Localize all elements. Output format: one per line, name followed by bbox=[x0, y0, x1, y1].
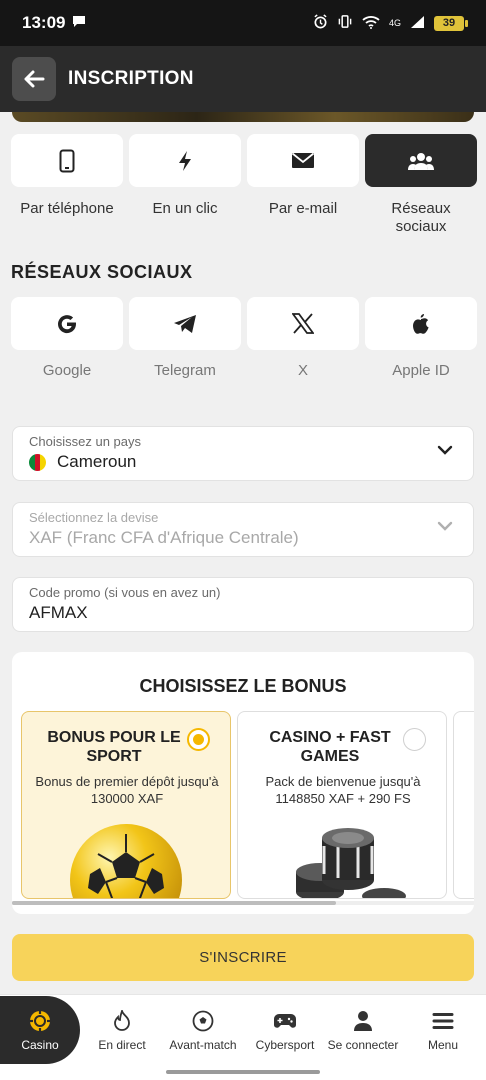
social-label: Telegram bbox=[154, 362, 216, 379]
scrollbar-thumb[interactable] bbox=[12, 901, 336, 905]
x-login-button[interactable]: X bbox=[247, 297, 359, 379]
nav-item-live[interactable]: En direct bbox=[86, 995, 158, 1065]
page-title: INSCRIPTION bbox=[68, 68, 194, 89]
casino-chip-icon bbox=[29, 1009, 51, 1033]
tab-label: Par téléphone bbox=[20, 200, 114, 217]
status-time: 13:09 bbox=[22, 13, 66, 32]
promo-code-input[interactable]: Code promo (si vous en avez un) AFMAX bbox=[12, 577, 474, 632]
soccer-ball-image bbox=[70, 824, 182, 898]
x-icon bbox=[292, 313, 314, 334]
radio-button[interactable] bbox=[403, 728, 426, 751]
telegram-login-button[interactable]: Telegram bbox=[129, 297, 241, 379]
nav-item-cybersport[interactable]: Cybersport bbox=[248, 995, 322, 1065]
country-select[interactable]: Choisissez un pays Cameroun bbox=[12, 426, 474, 481]
nav-label: Cybersport bbox=[255, 1037, 315, 1052]
currency-select[interactable]: Sélectionnez la devise XAF (Franc CFA d'… bbox=[12, 502, 474, 557]
bonus-option-description: Pack de bienvenue jusqu'à 1148850 XAF + … bbox=[265, 774, 421, 806]
tab-one-click[interactable]: En un clic bbox=[129, 134, 241, 236]
soccer-ball-icon bbox=[192, 1009, 214, 1033]
signal-icon bbox=[410, 15, 425, 32]
tab-social-networks[interactable]: Réseaux sociaux bbox=[365, 134, 477, 236]
radio-button[interactable] bbox=[187, 728, 210, 751]
gamepad-icon bbox=[273, 1009, 297, 1033]
bonus-selection-card: CHOISISSEZ LE BONUS BONUS POUR LE SPORT … bbox=[12, 652, 474, 914]
currency-value: XAF (Franc CFA d'Afrique Centrale) bbox=[29, 528, 299, 547]
apple-icon bbox=[413, 313, 429, 334]
promo-code-value: AFMAX bbox=[29, 603, 88, 622]
bonus-option-title: BONUS POUR LE SPORT bbox=[47, 729, 181, 765]
chevron-down-icon bbox=[437, 521, 453, 531]
arrow-left-icon bbox=[24, 70, 45, 88]
tab-phone[interactable]: Par téléphone bbox=[11, 134, 123, 236]
chevron-down-icon bbox=[437, 445, 453, 455]
bonus-scrollbar[interactable] bbox=[12, 901, 474, 905]
back-button[interactable] bbox=[12, 57, 56, 101]
section-title: RÉSEAUX SOCIAUX bbox=[11, 262, 193, 282]
field-label: Code promo (si vous en avez un) bbox=[29, 585, 221, 600]
apple-login-button[interactable]: Apple ID bbox=[365, 297, 477, 379]
registration-method-tabs: Par téléphone En un clic Par e-mail Rése… bbox=[11, 134, 477, 236]
nav-label: Casino bbox=[21, 1037, 59, 1052]
bolt-icon bbox=[179, 150, 191, 171]
users-icon bbox=[408, 152, 434, 170]
tab-label: Réseaux sociaux bbox=[391, 200, 451, 235]
bonus-option-next[interactable] bbox=[453, 711, 474, 899]
social-login-buttons: Google Telegram X Apple ID bbox=[11, 297, 477, 379]
social-label: X bbox=[297, 362, 308, 379]
hamburger-icon bbox=[432, 1009, 454, 1033]
google-icon bbox=[58, 314, 77, 333]
nav-item-casino[interactable]: Casino bbox=[0, 996, 80, 1064]
nav-label: Avant-match bbox=[169, 1037, 237, 1052]
nav-label: Menu bbox=[427, 1037, 459, 1052]
wifi-icon bbox=[362, 15, 380, 32]
bonus-option-casino[interactable]: CASINO + FAST GAMES Pack de bienvenue ju… bbox=[237, 711, 447, 899]
message-notification-icon bbox=[72, 15, 86, 31]
field-label: Sélectionnez la devise bbox=[29, 510, 159, 525]
nav-item-menu[interactable]: Menu bbox=[412, 995, 474, 1065]
bottom-navigation: Casino En direct Avant-match Cybersport … bbox=[0, 994, 486, 1080]
network-type: 4G bbox=[388, 17, 401, 28]
field-label: Choisissez un pays bbox=[29, 434, 141, 449]
nav-label: Se connecter bbox=[327, 1037, 399, 1052]
bonus-title: CHOISISSEZ LE BONUS bbox=[139, 676, 347, 696]
nav-item-login[interactable]: Se connecter bbox=[326, 995, 400, 1065]
bonus-option-title: CASINO + FAST GAMES bbox=[269, 729, 391, 765]
flame-icon bbox=[113, 1009, 131, 1033]
country-value: Cameroun bbox=[57, 452, 137, 471]
alarm-icon bbox=[313, 14, 328, 32]
social-label: Google bbox=[42, 362, 92, 379]
promo-banner[interactable] bbox=[12, 112, 474, 122]
battery-icon: 39 bbox=[434, 15, 468, 31]
nav-label: En direct bbox=[98, 1037, 146, 1052]
tab-email[interactable]: Par e-mail bbox=[247, 134, 359, 236]
tab-label: En un clic bbox=[152, 200, 218, 217]
status-bar: 13:09 4G 39 bbox=[0, 0, 486, 46]
phone-icon bbox=[59, 149, 75, 172]
vibrate-icon bbox=[337, 14, 353, 32]
bonus-option-sport[interactable]: BONUS POUR LE SPORT Bonus de premier dép… bbox=[21, 711, 231, 899]
user-icon bbox=[353, 1009, 373, 1033]
bonus-option-description: Bonus de premier dépôt jusqu'à 130000 XA… bbox=[35, 774, 219, 806]
envelope-icon bbox=[291, 152, 315, 168]
social-label: Apple ID bbox=[392, 362, 450, 379]
register-button[interactable]: S'INSCRIRE bbox=[12, 934, 474, 981]
app-header: INSCRIPTION bbox=[0, 46, 486, 112]
cameroon-flag-icon bbox=[29, 453, 46, 471]
casino-chips-image bbox=[280, 824, 410, 898]
google-login-button[interactable]: Google bbox=[11, 297, 123, 379]
nav-item-prematch[interactable]: Avant-match bbox=[164, 995, 242, 1065]
tab-label: Par e-mail bbox=[268, 200, 338, 217]
home-indicator[interactable] bbox=[166, 1070, 320, 1074]
telegram-icon bbox=[174, 314, 196, 333]
